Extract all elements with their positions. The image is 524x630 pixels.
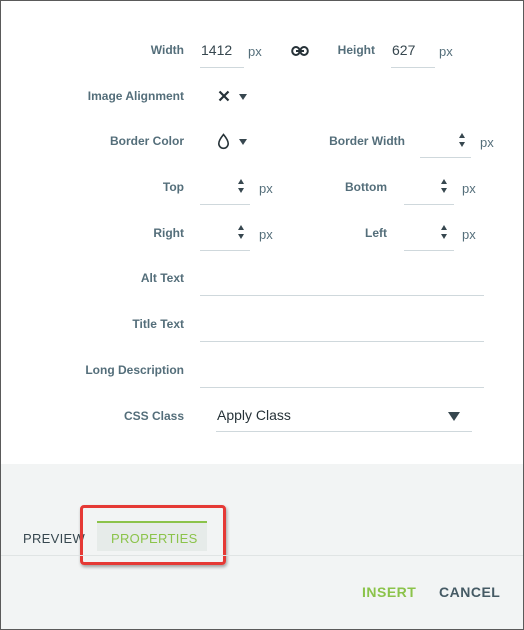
properties-panel: Width 1412 px Height 627 px Image Alignm… — [1, 1, 523, 464]
border-width-stepper[interactable] — [459, 133, 467, 147]
highlight-box — [80, 505, 226, 565]
alignment-none-icon[interactable] — [218, 90, 230, 102]
height-input[interactable]: 627 — [392, 42, 415, 58]
tab-preview[interactable]: PREVIEW — [23, 531, 85, 546]
css-class-underline — [216, 431, 472, 432]
top-underline — [200, 204, 250, 205]
right-unit: px — [259, 227, 273, 242]
right-underline — [200, 250, 250, 251]
width-unit: px — [248, 44, 262, 59]
left-unit: px — [462, 227, 476, 242]
alignment-dropdown-caret[interactable] — [239, 94, 247, 100]
height-underline — [391, 67, 435, 68]
width-underline — [200, 67, 244, 68]
css-class-dropdown-icon — [448, 412, 460, 421]
left-label: Left — [365, 226, 387, 240]
top-stepper[interactable] — [238, 179, 246, 193]
title-text-input[interactable] — [200, 341, 484, 342]
border-color-dropdown-caret[interactable] — [239, 139, 247, 145]
width-input[interactable]: 1412 — [201, 42, 232, 58]
height-label: Height — [337, 43, 375, 57]
bottom-stepper[interactable] — [441, 179, 449, 193]
long-description-input[interactable] — [200, 387, 484, 388]
width-label: Width — [150, 43, 184, 57]
dialog-footer: PREVIEW PROPERTIES INSERT CANCEL — [1, 464, 523, 629]
top-unit: px — [259, 181, 273, 196]
title-text-label: Title Text — [132, 317, 184, 331]
border-color-label: Border Color — [109, 134, 184, 148]
border-width-unit: px — [480, 135, 494, 150]
left-stepper[interactable] — [441, 225, 449, 239]
right-label: Right — [153, 226, 184, 240]
right-stepper[interactable] — [238, 225, 246, 239]
css-class-value: Apply Class — [217, 407, 291, 423]
css-class-label: CSS Class — [123, 409, 184, 423]
bottom-unit: px — [462, 181, 476, 196]
link-dimensions-icon[interactable] — [291, 45, 309, 57]
image-alignment-label: Image Alignment — [87, 89, 184, 103]
top-label: Top — [162, 180, 184, 194]
left-underline — [404, 250, 454, 251]
css-class-select[interactable]: Apply Class — [216, 401, 472, 432]
border-width-label: Border Width — [329, 134, 405, 148]
height-unit: px — [439, 44, 453, 59]
long-description-label: Long Description — [85, 363, 184, 377]
alt-text-input[interactable] — [200, 295, 484, 296]
border-width-underline — [420, 157, 471, 158]
insert-button[interactable]: INSERT — [362, 584, 416, 600]
bottom-underline — [404, 204, 454, 205]
bottom-label: Bottom — [345, 180, 387, 194]
footer-divider — [1, 555, 523, 556]
color-drop-icon[interactable] — [217, 133, 230, 150]
cancel-button[interactable]: CANCEL — [439, 584, 500, 600]
image-properties-dialog: Width 1412 px Height 627 px Image Alignm… — [0, 0, 524, 630]
alt-text-label: Alt Text — [140, 271, 184, 285]
